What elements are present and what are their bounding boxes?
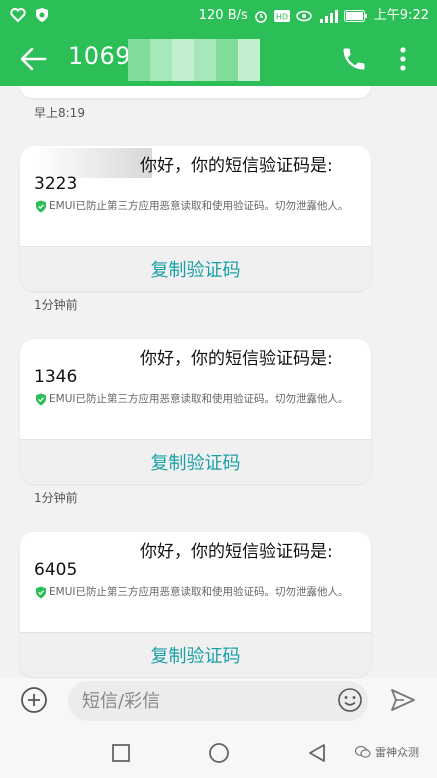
verification-code[interactable]: 3223 — [34, 174, 77, 194]
message-input[interactable] — [68, 681, 368, 721]
copy-code-button[interactable]: 复制验证码 — [20, 439, 371, 484]
message-bubble[interactable]: 你好，你的短信验证码是: 6405 EMUI已防止第三方应用恶意读取和使用验证码… — [20, 532, 371, 677]
message-greeting: 你好，你的短信验证码是: — [140, 349, 333, 369]
app-bar: 1069 — [0, 32, 437, 86]
copy-code-label: 复制验证码 — [150, 453, 241, 474]
back-arrow-icon[interactable] — [18, 45, 48, 73]
svg-text:HD: HD — [276, 13, 288, 22]
security-notice: EMUI已防止第三方应用恶意读取和使用验证码。切勿泄露他人。 — [49, 586, 349, 598]
security-notice: EMUI已防止第三方应用恶意读取和使用验证码。切勿泄露他人。 — [49, 200, 349, 212]
system-nav-bar: 雷神众测 — [0, 726, 437, 778]
status-bar: 120 B/s HD 上午9:22 — [0, 0, 437, 32]
copy-code-button[interactable]: 复制验证码 — [20, 632, 371, 677]
watermark: 雷神众测 — [355, 744, 419, 760]
message-list[interactable]: 早上8:19 你好，你的短信验证码是: 3223 EMUI已防止第三方应用恶意读… — [0, 86, 437, 678]
composer-bar — [0, 678, 437, 726]
signal-icon — [319, 10, 338, 23]
verification-code[interactable]: 6405 — [34, 560, 77, 580]
wechat-icon — [355, 745, 371, 758]
recent-apps-icon[interactable] — [110, 742, 132, 764]
verification-code[interactable]: 1346 — [34, 367, 77, 387]
more-vertical-icon[interactable] — [396, 44, 410, 74]
copy-code-button[interactable]: 复制验证码 — [20, 246, 371, 291]
back-nav-icon[interactable] — [306, 742, 328, 764]
message-bubble[interactable]: 你好，你的短信验证码是: 1346 EMUI已防止第三方应用恶意读取和使用验证码… — [20, 339, 371, 484]
copy-code-label: 复制验证码 — [150, 646, 241, 667]
home-icon[interactable] — [207, 741, 231, 765]
message-time: 早上8:19 — [34, 106, 85, 120]
message-greeting: 你好，你的短信验证码是: — [140, 542, 333, 562]
eye-icon — [296, 10, 312, 22]
watermark-text: 雷神众测 — [375, 746, 419, 759]
hd-icon: HD — [273, 10, 290, 22]
alarm-icon — [254, 11, 267, 23]
phone-icon[interactable] — [340, 45, 368, 73]
contact-number: 1069 — [68, 42, 132, 70]
send-icon[interactable] — [390, 688, 416, 712]
privacy-mosaic — [128, 39, 260, 81]
security-notice: EMUI已防止第三方应用恶意读取和使用验证码。切勿泄露他人。 — [49, 393, 349, 405]
emoji-icon[interactable] — [337, 687, 363, 713]
message-bubble[interactable]: 你好，你的短信验证码是: 3223 EMUI已防止第三方应用恶意读取和使用验证码… — [20, 146, 371, 291]
clock: 上午9:22 — [373, 8, 429, 23]
message-greeting: 你好，你的短信验证码是: — [140, 156, 333, 176]
message-time: 1分钟前 — [34, 491, 78, 505]
message-time: 1分钟前 — [34, 298, 78, 312]
add-attachment-icon[interactable] — [20, 686, 48, 714]
heart-icon — [10, 8, 26, 23]
copy-code-label: 复制验证码 — [150, 260, 241, 281]
net-speed: 120 B/s — [198, 8, 248, 23]
shield-icon — [36, 8, 48, 22]
previous-message-bubble — [20, 86, 371, 98]
battery-icon — [343, 10, 367, 22]
